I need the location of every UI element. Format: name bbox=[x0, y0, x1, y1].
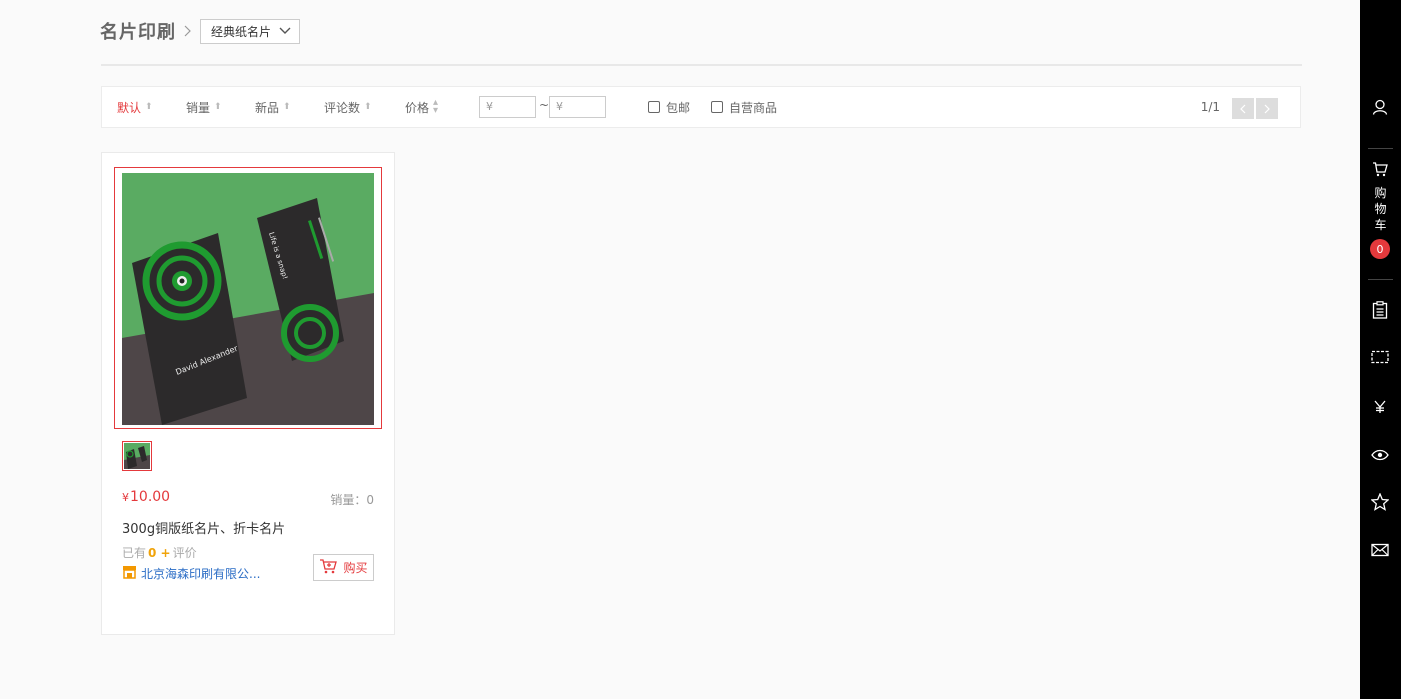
right-toolbar: 购 物 车 0 bbox=[1360, 0, 1401, 699]
reviews-suffix: 评价 bbox=[172, 546, 197, 560]
user-icon[interactable] bbox=[1370, 97, 1390, 117]
cart-label-char: 车 bbox=[1374, 218, 1387, 232]
product-sales: 销量：0 bbox=[330, 493, 374, 507]
checkbox-box[interactable] bbox=[711, 101, 723, 113]
sort-reviews-label: 评论数 bbox=[324, 100, 361, 115]
sort-arrow-icon: ⬆ bbox=[364, 102, 372, 112]
next-page-button[interactable] bbox=[1256, 98, 1278, 119]
chevron-right-icon bbox=[180, 23, 196, 39]
chevron-left-icon bbox=[1240, 104, 1246, 113]
price-value: 10.00 bbox=[130, 489, 171, 505]
prev-page-button[interactable] bbox=[1232, 98, 1254, 119]
shop-icon bbox=[122, 565, 137, 582]
sort-price[interactable]: 价格 ▴ ▾ bbox=[405, 87, 438, 127]
sort-updown-icon: ▴ ▾ bbox=[433, 97, 439, 116]
header-divider bbox=[101, 64, 1302, 66]
product-thumbnail[interactable] bbox=[122, 441, 152, 471]
yen-icon[interactable] bbox=[1370, 397, 1390, 417]
cart-count-badge: 0 bbox=[1370, 239, 1390, 259]
sort-price-label: 价格 bbox=[405, 100, 430, 115]
thumbnail-image bbox=[124, 443, 150, 469]
cart-label[interactable]: 购 物 车 bbox=[1360, 185, 1401, 233]
page-indicator: 1/1 bbox=[1200, 100, 1220, 114]
page-title: 名片印刷 bbox=[100, 22, 176, 43]
sort-sales-label: 销量 bbox=[186, 100, 211, 115]
reviews-count[interactable]: 0 + bbox=[148, 546, 171, 560]
sort-arrow-icon: ⬆ bbox=[145, 102, 153, 112]
shop-name: 北京海森印刷有限公... bbox=[141, 567, 261, 581]
price-separator: ~ bbox=[539, 98, 550, 112]
sort-new-label: 新品 bbox=[255, 100, 280, 115]
breadcrumb: 名片印刷 经典纸名片 bbox=[100, 18, 301, 44]
product-reviews: 已有 0 + 评价 bbox=[122, 544, 197, 561]
filter-bar: 默认 ⬆ 销量 ⬆ 新品 ⬆ 评论数 ⬆ 价格 ▴ ▾ ¥ ~ ¥ 包邮 自营商品… bbox=[101, 86, 1301, 128]
sidebar-divider bbox=[1368, 279, 1393, 280]
free-shipping-checkbox[interactable]: 包邮 bbox=[648, 87, 690, 127]
sidebar-divider bbox=[1368, 148, 1393, 149]
buy-label: 购买 bbox=[343, 561, 368, 575]
sort-arrow-icon: ⬆ bbox=[283, 102, 291, 112]
cart-icon bbox=[319, 558, 338, 577]
sort-default[interactable]: 默认 ⬆ bbox=[117, 87, 153, 127]
shop-link[interactable]: 北京海森印刷有限公... bbox=[122, 565, 260, 582]
price-max-input[interactable]: ¥ bbox=[549, 96, 606, 118]
self-operated-checkbox[interactable]: 自营商品 bbox=[711, 87, 777, 127]
ticket-icon[interactable] bbox=[1370, 347, 1390, 367]
checkbox-box[interactable] bbox=[648, 101, 660, 113]
product-image: David Alexander Life is a snap! bbox=[122, 173, 374, 425]
sort-sales[interactable]: 销量 ⬆ bbox=[186, 87, 222, 127]
sort-arrow-icon: ⬆ bbox=[214, 102, 222, 112]
eye-icon[interactable] bbox=[1370, 445, 1390, 465]
free-shipping-label: 包邮 bbox=[666, 100, 691, 115]
buy-button[interactable]: 购买 bbox=[313, 554, 374, 581]
product-card: David Alexander Life is a snap! ¥10.00 销… bbox=[101, 152, 395, 635]
chevron-right-icon bbox=[1264, 104, 1270, 113]
reviews-prefix: 已有 bbox=[122, 546, 147, 560]
self-operated-label: 自营商品 bbox=[729, 100, 778, 115]
product-image-link[interactable]: David Alexander Life is a snap! bbox=[114, 167, 382, 429]
clipboard-icon[interactable] bbox=[1370, 300, 1390, 320]
cart-label-char: 物 bbox=[1374, 202, 1387, 216]
mail-icon[interactable] bbox=[1370, 540, 1390, 560]
product-price: ¥10.00 bbox=[122, 489, 170, 505]
sort-new[interactable]: 新品 ⬆ bbox=[255, 87, 291, 127]
cart-label-char: 购 bbox=[1374, 186, 1387, 200]
star-icon[interactable] bbox=[1370, 492, 1390, 512]
chevron-down-icon bbox=[279, 24, 291, 38]
category-select[interactable]: 经典纸名片 bbox=[200, 18, 301, 44]
price-min-input[interactable]: ¥ bbox=[479, 96, 536, 118]
cart-icon[interactable] bbox=[1370, 159, 1390, 179]
sort-default-label: 默认 bbox=[117, 100, 142, 115]
price-symbol: ¥ bbox=[122, 491, 129, 504]
product-title[interactable]: 300g铜版纸名片、折卡名片 bbox=[122, 518, 285, 537]
sort-reviews[interactable]: 评论数 ⬆ bbox=[324, 87, 372, 127]
category-select-value: 经典纸名片 bbox=[211, 24, 272, 39]
